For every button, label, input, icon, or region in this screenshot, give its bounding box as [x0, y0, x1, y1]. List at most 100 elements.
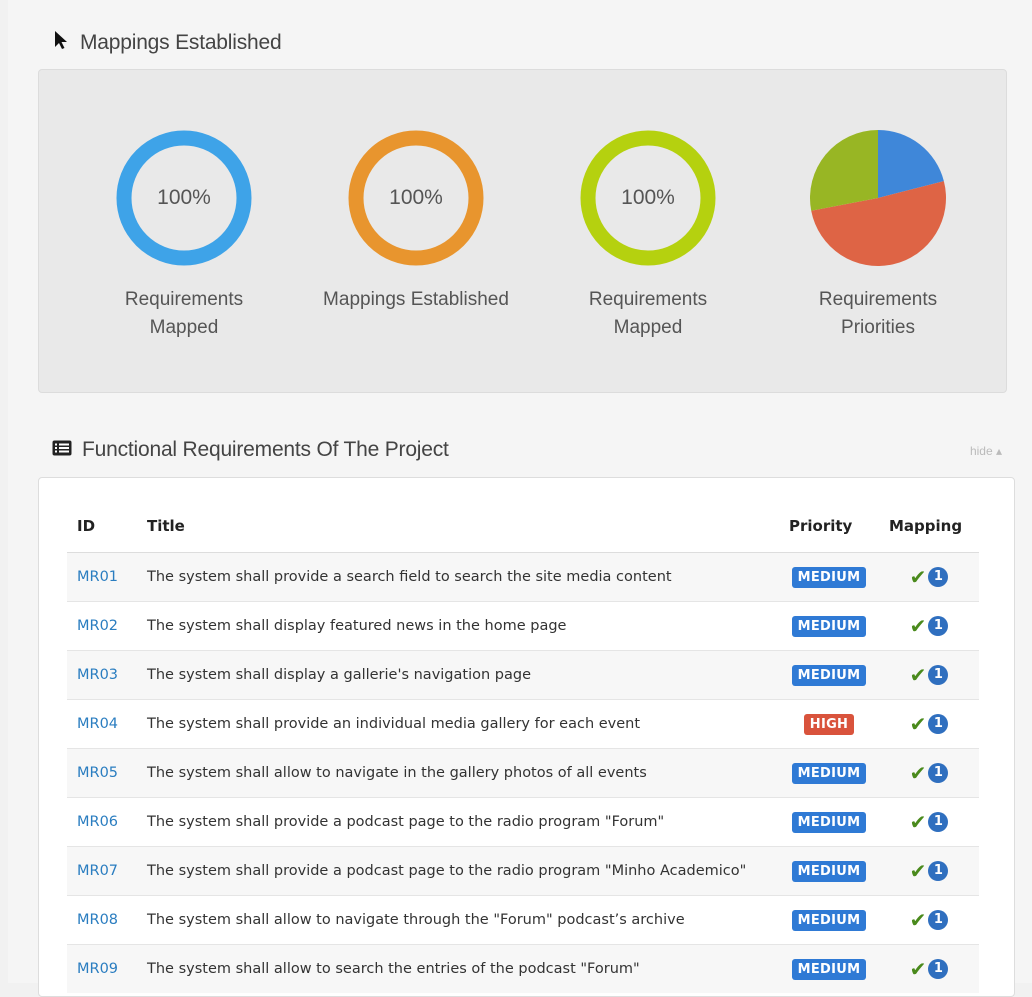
priority-badge: MEDIUM — [791, 910, 867, 931]
stat-percent: 100% — [389, 186, 443, 209]
requirement-id-link[interactable]: MR06 — [77, 814, 118, 830]
row-mapping-cell: ✔ 1 — [879, 650, 979, 700]
table-row: MR08 The system shall allow to navigate t… — [67, 895, 979, 945]
progress-ring: 100% — [348, 130, 484, 266]
stat-mappings-established: 100% Mappings Established — [301, 130, 531, 314]
row-title: The system shall display a gallerie's na… — [137, 650, 779, 700]
priority-badge: MEDIUM — [791, 812, 867, 833]
header-priority[interactable]: Priority — [779, 500, 879, 553]
requirements-table: ID Title Priority Mapping MR01 The system… — [67, 500, 979, 993]
row-title: The system shall provide an individual m… — [137, 699, 779, 749]
requirement-id-link[interactable]: MR02 — [77, 618, 118, 634]
row-id-cell: MR04 — [67, 699, 137, 749]
row-mapping-cell: ✔ 1 — [879, 797, 979, 847]
requirement-id-link[interactable]: MR01 — [77, 569, 118, 585]
row-title: The system shall provide a search field … — [137, 552, 779, 602]
priority-badge: MEDIUM — [791, 959, 867, 980]
mapping-count-badge[interactable]: 1 — [928, 665, 949, 685]
row-mapping-cell: ✔ 1 — [879, 895, 979, 945]
table-row: MR06 The system shall provide a podcast p… — [67, 797, 979, 847]
row-priority-cell: MEDIUM — [779, 846, 879, 896]
check-icon: ✔ — [909, 565, 927, 589]
row-id-cell: MR01 — [67, 552, 137, 602]
section-header-mappings: Mappings Established — [52, 30, 282, 56]
mapping-count-badge[interactable]: 1 — [928, 567, 949, 587]
table-header-row: ID Title Priority Mapping — [67, 500, 979, 553]
header-mapping[interactable]: Mapping — [879, 500, 979, 553]
requirement-id-link[interactable]: MR03 — [77, 667, 118, 683]
row-priority-cell: MEDIUM — [779, 748, 879, 798]
progress-ring: 100% — [116, 130, 252, 266]
row-title: The system shall allow to search the ent… — [137, 944, 779, 993]
row-priority-cell: MEDIUM — [779, 650, 879, 700]
table-row: MR05 The system shall allow to navigate i… — [67, 748, 979, 798]
priority-badge: MEDIUM — [791, 763, 867, 784]
stats-panel: 100% Requirements Mapped 100% Mappings E… — [38, 69, 1007, 393]
hide-toggle[interactable]: hide ▴ — [970, 444, 1002, 458]
header-title[interactable]: Title — [137, 500, 779, 553]
table-row: MR02 The system shall display featured ne… — [67, 601, 979, 651]
requirement-id-link[interactable]: MR07 — [77, 863, 118, 879]
priority-badge: MEDIUM — [791, 616, 867, 637]
table-row: MR01 The system shall provide a search fi… — [67, 552, 979, 602]
mapping-count-badge[interactable]: 1 — [928, 714, 949, 734]
check-icon: ✔ — [909, 810, 927, 834]
row-title: The system shall allow to navigate throu… — [137, 895, 779, 945]
table-row: MR09 The system shall allow to search the… — [67, 944, 979, 993]
cursor-icon — [52, 30, 70, 56]
progress-ring: 100% — [580, 130, 716, 266]
row-id-cell: MR06 — [67, 797, 137, 847]
mapping-count-badge[interactable]: 1 — [928, 763, 949, 783]
row-title: The system shall provide a podcast page … — [137, 846, 779, 896]
row-id-cell: MR02 — [67, 601, 137, 651]
mapping-count-badge[interactable]: 1 — [928, 812, 949, 832]
row-id-cell: MR03 — [67, 650, 137, 700]
row-title: The system shall allow to navigate in th… — [137, 748, 779, 798]
pie-slice-green — [810, 130, 878, 211]
mapping-count-badge[interactable]: 1 — [928, 861, 949, 881]
check-icon: ✔ — [909, 712, 927, 736]
stat-requirements-priorities: Requirements Priorities — [763, 130, 993, 342]
priority-badge: MEDIUM — [791, 665, 867, 686]
check-icon: ✔ — [909, 957, 927, 981]
check-icon: ✔ — [909, 908, 927, 932]
mapping-count-badge[interactable]: 1 — [928, 616, 949, 636]
list-icon — [52, 438, 72, 462]
row-id-cell: MR08 — [67, 895, 137, 945]
row-priority-cell: HIGH — [779, 699, 879, 749]
section-header-requirements: Functional Requirements Of The Project — [52, 438, 449, 462]
row-priority-cell: MEDIUM — [779, 552, 879, 602]
page: Mappings Established 100% Requirements M… — [8, 0, 1032, 997]
table-row: MR07 The system shall provide a podcast p… — [67, 846, 979, 896]
mapping-count-badge[interactable]: 1 — [928, 910, 949, 930]
requirement-id-link[interactable]: MR08 — [77, 912, 118, 928]
requirement-id-link[interactable]: MR09 — [77, 961, 118, 977]
row-mapping-cell: ✔ 1 — [879, 552, 979, 602]
row-mapping-cell: ✔ 1 — [879, 944, 979, 993]
priorities-pie-chart — [810, 130, 946, 266]
check-icon: ✔ — [909, 761, 927, 785]
table-row: MR03 The system shall display a gallerie'… — [67, 650, 979, 700]
row-title: The system shall provide a podcast page … — [137, 797, 779, 847]
stat-label: Requirements Mapped — [588, 289, 708, 338]
header-id[interactable]: ID — [67, 500, 137, 553]
row-id-cell: MR05 — [67, 748, 137, 798]
row-id-cell: MR07 — [67, 846, 137, 896]
mapping-count-badge[interactable]: 1 — [928, 959, 949, 979]
section-title: Functional Requirements Of The Project — [82, 438, 449, 461]
row-priority-cell: MEDIUM — [779, 797, 879, 847]
row-mapping-cell: ✔ 1 — [879, 601, 979, 651]
requirement-id-link[interactable]: MR05 — [77, 765, 118, 781]
check-icon: ✔ — [909, 859, 927, 883]
stat-label: Requirements Mapped — [124, 289, 244, 338]
priority-badge: MEDIUM — [791, 861, 867, 882]
row-mapping-cell: ✔ 1 — [879, 699, 979, 749]
requirement-id-link[interactable]: MR04 — [77, 716, 118, 732]
stat-percent: 100% — [157, 186, 211, 209]
row-priority-cell: MEDIUM — [779, 895, 879, 945]
row-mapping-cell: ✔ 1 — [879, 748, 979, 798]
priority-badge: MEDIUM — [791, 567, 867, 588]
stat-percent: 100% — [621, 186, 675, 209]
row-priority-cell: MEDIUM — [779, 601, 879, 651]
priority-badge: HIGH — [803, 714, 855, 735]
